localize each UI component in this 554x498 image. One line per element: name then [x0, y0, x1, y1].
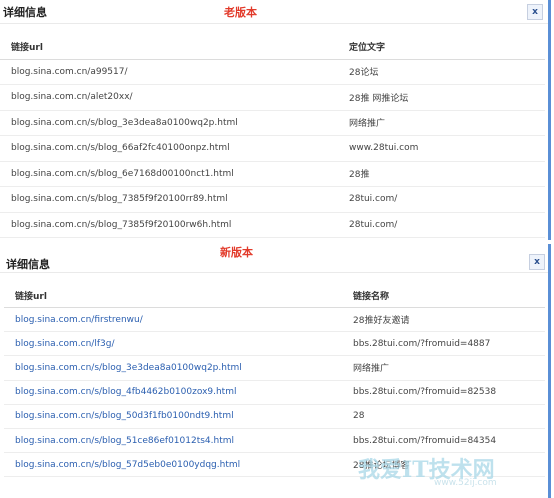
- row-url: blog.sina.com.cn/alet20xx/: [0, 84, 349, 111]
- row-url: blog.sina.com.cn/s/blog_66af2fc40100onpz…: [0, 135, 349, 162]
- new-details-panel: 详细信息 新版本 x 链接url 链接名称 blog.sina.com.cn/f…: [0, 244, 551, 498]
- old-details-panel: 详细信息 老版本 x 链接url 定位文字 blog.sina.com.cn/a…: [0, 0, 551, 240]
- row-link-name: 28推好友邀请: [353, 307, 545, 333]
- row-anchor-text: www.28tui.com: [349, 135, 545, 162]
- column-header-anchor-text: 定位文字: [349, 34, 545, 60]
- new-version-tag: 新版本: [220, 244, 253, 260]
- row-url-link[interactable]: blog.sina.com.cn/s/blog_50d3f1fb0100ndt9…: [4, 404, 353, 429]
- row-url: blog.sina.com.cn/s/blog_6e7168d00100nct1…: [0, 161, 349, 187]
- old-close-button[interactable]: x: [527, 4, 543, 20]
- table-row: blog.sina.com.cn/s/blog_7385f9f20100rr89…: [0, 186, 545, 213]
- old-version-tag: 老版本: [224, 4, 257, 20]
- table-row: blog.sina.com.cn/s/blog_3e3dea8a0100wq2p…: [0, 110, 545, 136]
- row-link-name: bbs.28tui.com/?fromuid=82538: [353, 380, 545, 405]
- old-panel-title: 详细信息: [3, 6, 47, 19]
- table-row: blog.sina.com.cn/lf3g/ bbs.28tui.com/?fr…: [4, 331, 545, 357]
- row-url-link[interactable]: blog.sina.com.cn/firstrenwu/: [4, 307, 353, 333]
- table-row: blog.sina.com.cn/s/blog_57d5eb0e0100ydqg…: [4, 452, 545, 478]
- table-row: blog.sina.com.cn/s/blog_6e7168d00100nct1…: [0, 161, 545, 187]
- new-links-table: 链接url 链接名称 blog.sina.com.cn/firstrenwu/ …: [4, 284, 545, 478]
- row-anchor-text: 28推: [349, 161, 545, 187]
- old-links-table: 链接url 定位文字 blog.sina.com.cn/a99517/ 28论坛…: [0, 34, 545, 238]
- row-url-link[interactable]: blog.sina.com.cn/s/blog_57d5eb0e0100ydqg…: [4, 452, 353, 478]
- row-link-name: 28: [353, 404, 545, 429]
- row-link-name: 28推论坛博客: [353, 452, 545, 478]
- row-anchor-text: 28论坛: [349, 59, 545, 85]
- table-row: blog.sina.com.cn/s/blog_7385f9f20100rw6h…: [0, 212, 545, 238]
- old-title-divider: [0, 23, 548, 24]
- row-url: blog.sina.com.cn/s/blog_7385f9f20100rr89…: [0, 186, 349, 213]
- new-title-divider: [0, 272, 548, 273]
- row-anchor-text: 28tui.com/: [349, 186, 545, 213]
- table-header-row: 链接url 定位文字: [0, 34, 545, 60]
- row-url-link[interactable]: blog.sina.com.cn/lf3g/: [4, 331, 353, 357]
- table-row: blog.sina.com.cn/a99517/ 28论坛: [0, 59, 545, 85]
- row-link-name: bbs.28tui.com/?fromuid=4887: [353, 331, 545, 357]
- table-row: blog.sina.com.cn/s/blog_51ce86ef01012ts4…: [4, 428, 545, 454]
- table-row: blog.sina.com.cn/firstrenwu/ 28推好友邀请: [4, 307, 545, 333]
- row-url: blog.sina.com.cn/a99517/: [0, 59, 349, 85]
- table-row: blog.sina.com.cn/s/blog_50d3f1fb0100ndt9…: [4, 404, 545, 429]
- row-url: blog.sina.com.cn/s/blog_7385f9f20100rw6h…: [0, 212, 349, 238]
- row-anchor-text: 28tui.com/: [349, 212, 545, 238]
- column-header-link-name: 链接名称: [353, 284, 545, 308]
- table-row: blog.sina.com.cn/s/blog_66af2fc40100onpz…: [0, 135, 545, 162]
- row-link-name: 网络推广: [353, 355, 545, 381]
- row-url-link[interactable]: blog.sina.com.cn/s/blog_51ce86ef01012ts4…: [4, 428, 353, 454]
- new-close-button[interactable]: x: [529, 254, 545, 270]
- row-link-name: bbs.28tui.com/?fromuid=84354: [353, 428, 545, 454]
- column-header-url: 链接url: [4, 284, 353, 308]
- row-anchor-text: 网络推广: [349, 110, 545, 136]
- table-row: blog.sina.com.cn/s/blog_3e3dea8a0100wq2p…: [4, 355, 545, 381]
- table-row: blog.sina.com.cn/alet20xx/ 28推 网推论坛: [0, 84, 545, 111]
- table-header-row: 链接url 链接名称: [4, 284, 545, 308]
- row-url: blog.sina.com.cn/s/blog_3e3dea8a0100wq2p…: [0, 110, 349, 136]
- row-anchor-text: 28推 网推论坛: [349, 84, 545, 111]
- row-url-link[interactable]: blog.sina.com.cn/s/blog_4fb4462b0100zox9…: [4, 380, 353, 405]
- table-row: blog.sina.com.cn/s/blog_4fb4462b0100zox9…: [4, 380, 545, 405]
- column-header-url: 链接url: [0, 34, 349, 60]
- row-url-link[interactable]: blog.sina.com.cn/s/blog_3e3dea8a0100wq2p…: [4, 355, 353, 381]
- new-panel-title: 详细信息: [6, 258, 50, 271]
